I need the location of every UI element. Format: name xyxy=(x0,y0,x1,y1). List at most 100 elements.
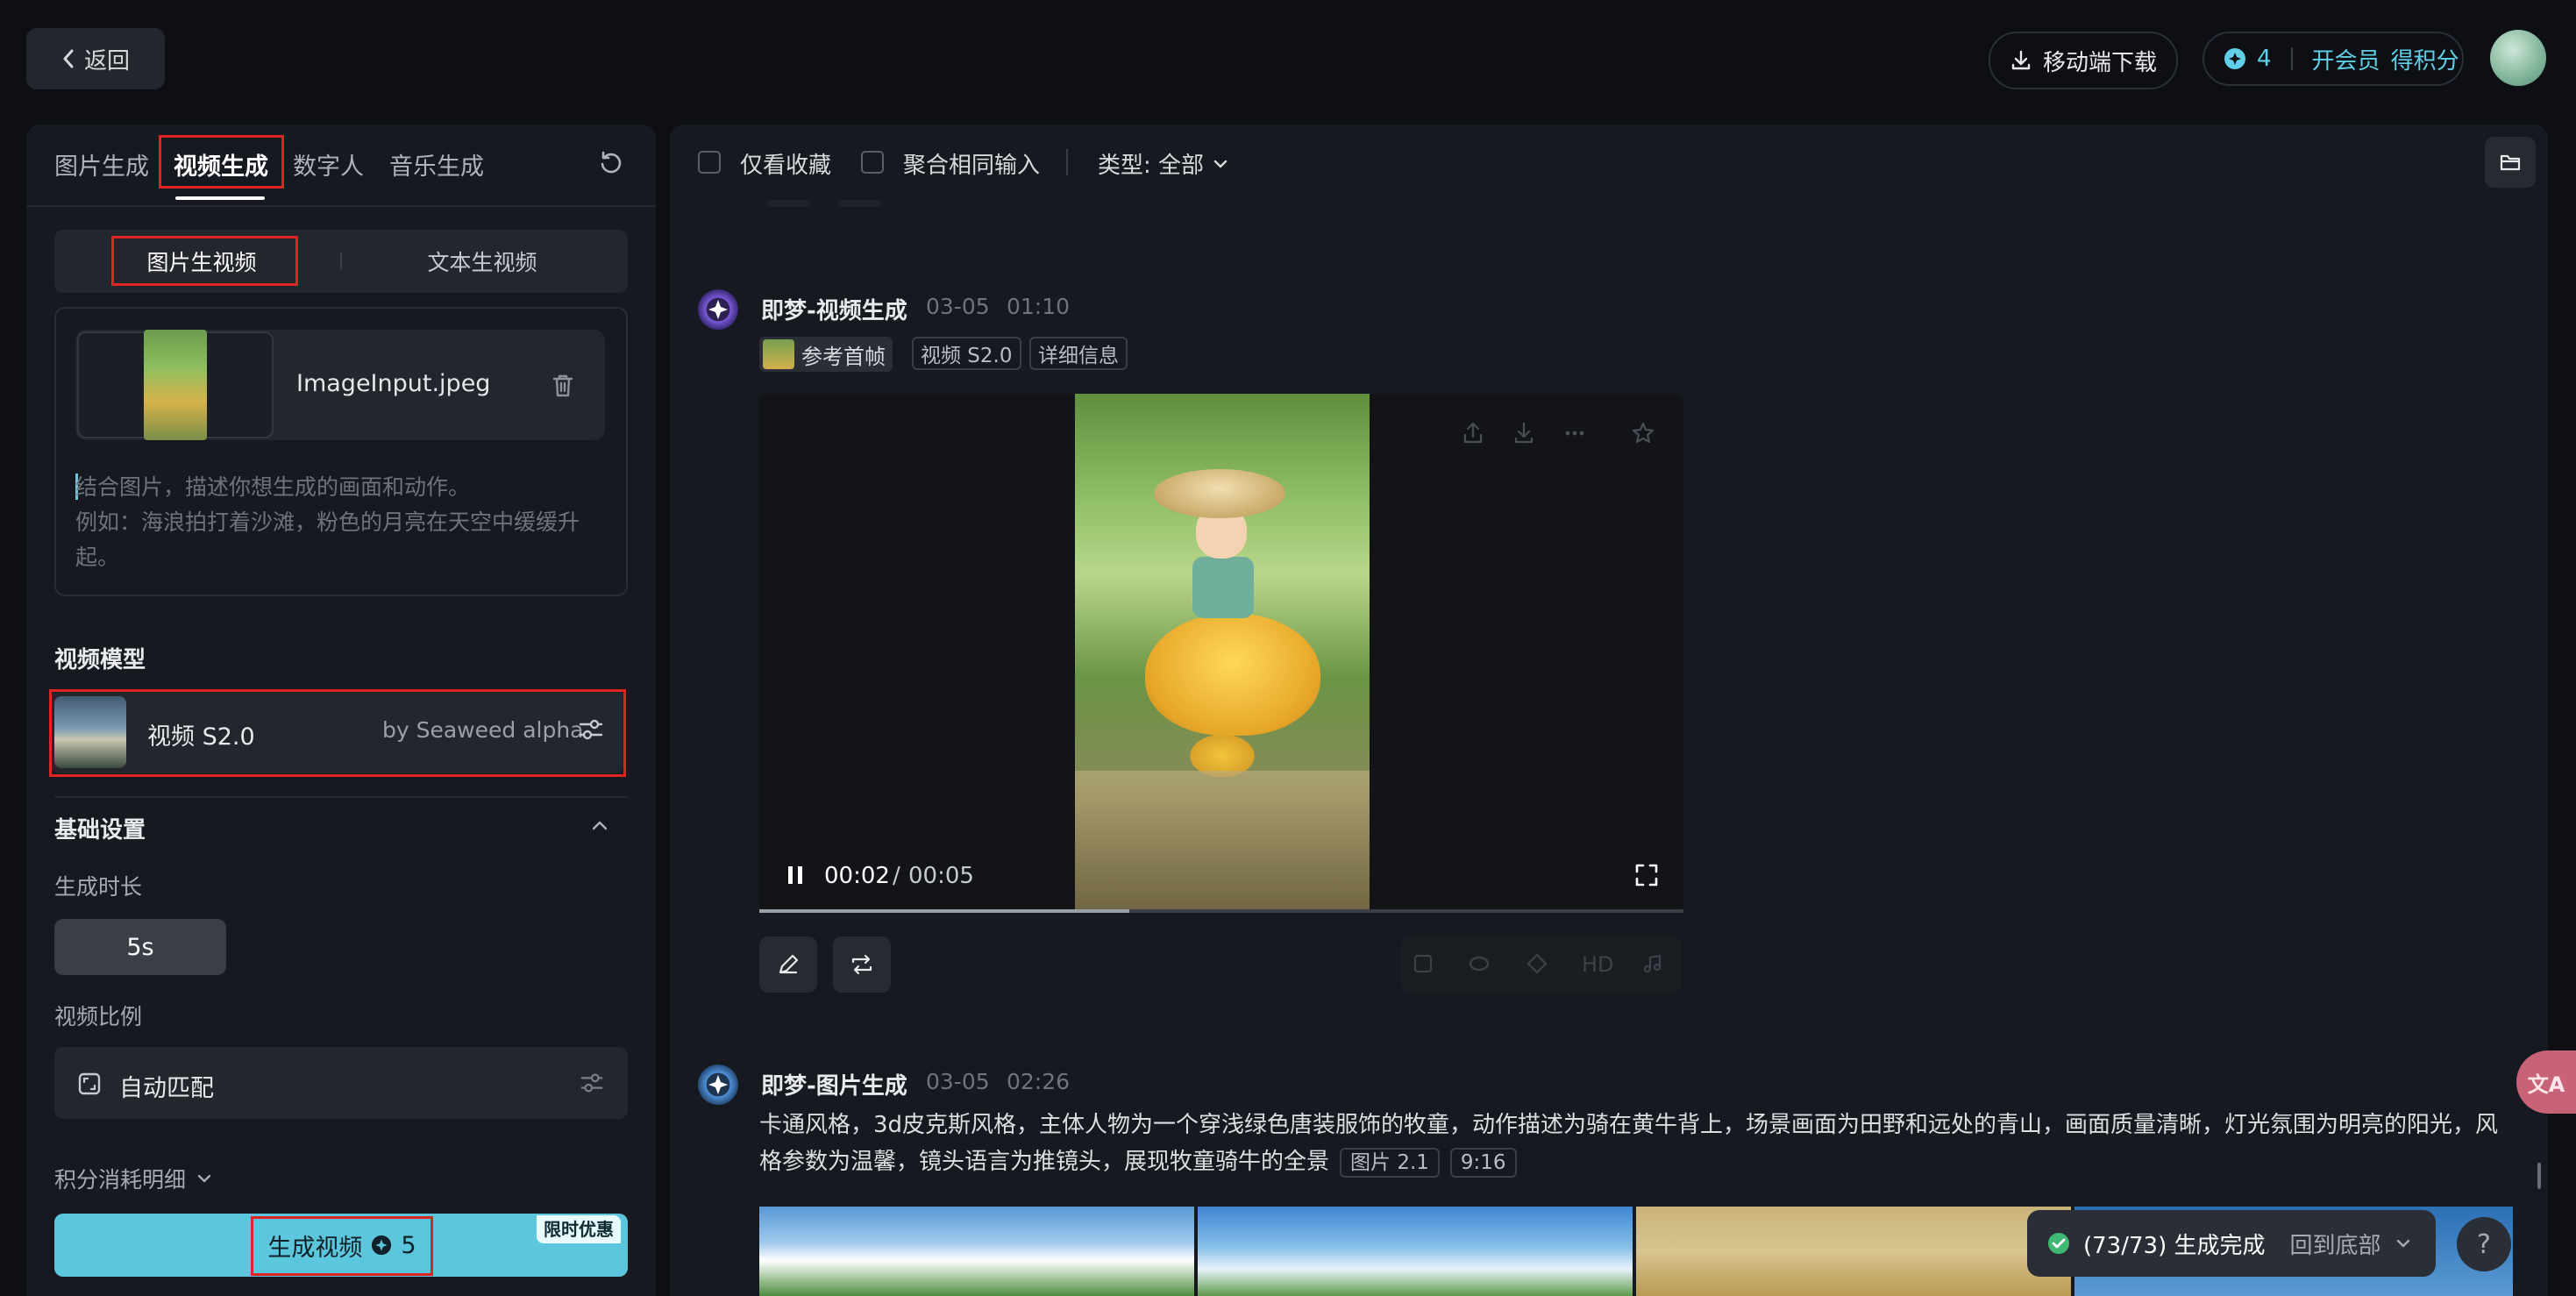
fav-only-label[interactable]: 仅看收藏 xyxy=(740,147,831,180)
points-membership-pill[interactable]: 4 开会员 得积分 xyxy=(2202,32,2464,86)
details-tag[interactable]: 详细信息 xyxy=(1029,337,1128,370)
back-label: 返回 xyxy=(83,47,130,75)
model-tag-image: 图片 2.1 xyxy=(1340,1147,1440,1178)
active-tab-indicator xyxy=(175,196,265,200)
video-time-separator: / xyxy=(893,863,900,889)
bot-avatar-image xyxy=(698,1065,738,1105)
pencil-icon xyxy=(775,951,801,978)
prompt-text: 卡通风格，3d皮克斯风格，主体人物为一个穿浅绿色唐装服饰的牧童，动作描述为骑在黄… xyxy=(759,1112,2499,1175)
basic-settings-title: 基础设置 xyxy=(54,817,146,844)
more-icon[interactable] xyxy=(1562,421,1587,445)
mode-text-to-video-label: 文本生视频 xyxy=(427,250,537,275)
star-icon[interactable] xyxy=(1631,421,1655,445)
mobile-download-button[interactable]: 移动端下载 xyxy=(1989,32,2178,89)
chevron-up-icon[interactable] xyxy=(589,815,610,837)
ratio-sliders-icon[interactable] xyxy=(579,1070,605,1096)
settings-divider xyxy=(54,796,628,798)
aspect-ratio-icon xyxy=(77,1072,102,1096)
repeat-icon xyxy=(849,951,875,978)
type-filter-label: 类型: 全部 xyxy=(1098,153,1205,179)
prompt-placeholder-line1: 结合图片，描述你想生成的画面和动作。 xyxy=(75,474,471,500)
edit-button[interactable] xyxy=(759,936,817,993)
ratio-label: 视频比例 xyxy=(54,1004,143,1029)
model-tag-label: 视频 S2.0 xyxy=(921,345,1013,367)
bot-avatar-video xyxy=(698,289,738,330)
trash-icon[interactable] xyxy=(549,372,577,400)
generated-image-1[interactable] xyxy=(759,1207,1194,1296)
ghost-tag xyxy=(838,200,882,207)
duration-label: 生成时长 xyxy=(54,874,143,900)
music-icon xyxy=(1641,952,1664,975)
video-model-title: 视频模型 xyxy=(54,647,146,673)
back-to-bottom-link[interactable]: 回到底部 xyxy=(2289,1228,2380,1260)
fav-only-checkbox[interactable] xyxy=(698,151,721,174)
help-label: ? xyxy=(2477,1228,2491,1260)
mode-text-to-video[interactable]: 文本生视频 xyxy=(377,230,587,293)
pause-icon[interactable] xyxy=(786,865,805,886)
tab-digital-human[interactable]: 数字人 xyxy=(293,147,364,182)
mode-divider xyxy=(340,253,342,270)
cost-detail-toggle[interactable]: 积分消耗明细 xyxy=(54,1163,214,1194)
generation-status-toast: (73/73) 生成完成 回到底部 xyxy=(2027,1210,2436,1277)
lip-sync-icon xyxy=(1468,952,1491,975)
chevron-down-icon[interactable] xyxy=(2394,1234,2413,1253)
help-button[interactable]: ? xyxy=(2457,1217,2511,1271)
tab-image-generation[interactable]: 图片生成 xyxy=(54,147,149,182)
prompt-placeholder-line2: 例如：海浪拍打着沙滩，粉色的月亮在天空中缓缓升起。 xyxy=(75,509,580,570)
refresh-icon[interactable] xyxy=(598,149,624,175)
folder-button[interactable] xyxy=(2485,137,2536,188)
check-circle-icon xyxy=(2046,1231,2071,1256)
image-prompt-description: 卡通风格，3d皮克斯风格，主体人物为一个穿浅绿色唐装服饰的牧童，动作描述为骑在黄… xyxy=(759,1107,2513,1180)
user-avatar[interactable] xyxy=(2490,30,2546,86)
highlight-box-video-tab xyxy=(159,135,284,189)
duration-option-5s[interactable]: 5s xyxy=(54,919,226,975)
translate-icon: 文A xyxy=(2527,1072,2565,1097)
video-progress-fill xyxy=(759,909,1129,913)
translate-button[interactable]: 文A xyxy=(2516,1050,2576,1114)
frame-ox xyxy=(1145,613,1320,736)
frame-boy xyxy=(1192,557,1254,618)
share-icon[interactable] xyxy=(1461,421,1485,445)
video-current-time: 00:02 xyxy=(824,863,890,889)
back-button[interactable]: 返回 xyxy=(26,28,165,89)
hd-upscale-label: HD xyxy=(1582,952,1614,977)
generated-image-3[interactable] xyxy=(1636,1207,2071,1296)
regenerate-button[interactable] xyxy=(833,936,891,993)
folder-icon xyxy=(2485,137,2536,174)
vip-link[interactable]: 开会员 xyxy=(2312,43,2380,75)
details-tag-label: 详细信息 xyxy=(1038,345,1119,367)
download-icon[interactable] xyxy=(1512,421,1536,445)
chevron-down-icon xyxy=(195,1169,214,1188)
merge-inputs-checkbox[interactable] xyxy=(861,151,884,174)
chevron-down-icon xyxy=(1211,154,1230,174)
highlight-box-mode xyxy=(111,236,298,286)
ratio-tag-image: 9:16 xyxy=(1449,1147,1517,1178)
points-coin-icon xyxy=(2224,47,2246,70)
extend-icon xyxy=(1526,952,1548,975)
pill-divider xyxy=(2290,47,2293,70)
frame-hat xyxy=(1154,469,1285,518)
ratio-value: 自动匹配 xyxy=(119,1075,214,1102)
prompt-textarea[interactable]: 结合图片，描述你想生成的画面和动作。 例如：海浪拍打着沙滩，粉色的月亮在天空中缓… xyxy=(75,470,610,575)
status-text: (73/73) 生成完成 xyxy=(2083,1232,2266,1259)
merge-inputs-label[interactable]: 聚合相同输入 xyxy=(903,147,1040,180)
tab-music-generation[interactable]: 音乐生成 xyxy=(389,147,484,182)
duration-value: 5s xyxy=(126,933,154,961)
reference-frame-thumbnail xyxy=(763,339,794,369)
reference-frame-label: 参考首帧 xyxy=(801,344,886,369)
item2-time: 02:26 xyxy=(1007,1069,1071,1094)
reference-frame-tag[interactable]: 参考首帧 xyxy=(759,337,893,372)
type-filter-dropdown[interactable]: 类型: 全部 xyxy=(1098,147,1230,180)
video-total-time: 00:05 xyxy=(908,863,974,889)
download-icon xyxy=(2010,49,2032,72)
item2-date: 03-05 xyxy=(926,1069,990,1094)
scrollbar-thumb[interactable] xyxy=(2537,1163,2541,1189)
toolbar-divider xyxy=(1066,149,1068,175)
tabs-divider xyxy=(26,205,656,207)
earn-points-link[interactable]: 得积分 xyxy=(2391,43,2459,75)
highlight-box-model xyxy=(49,689,626,777)
fullscreen-icon[interactable] xyxy=(1634,863,1659,887)
generated-image-2[interactable] xyxy=(1198,1207,1633,1296)
video-frame xyxy=(1075,394,1370,911)
cost-detail-label: 积分消耗明细 xyxy=(54,1167,187,1193)
